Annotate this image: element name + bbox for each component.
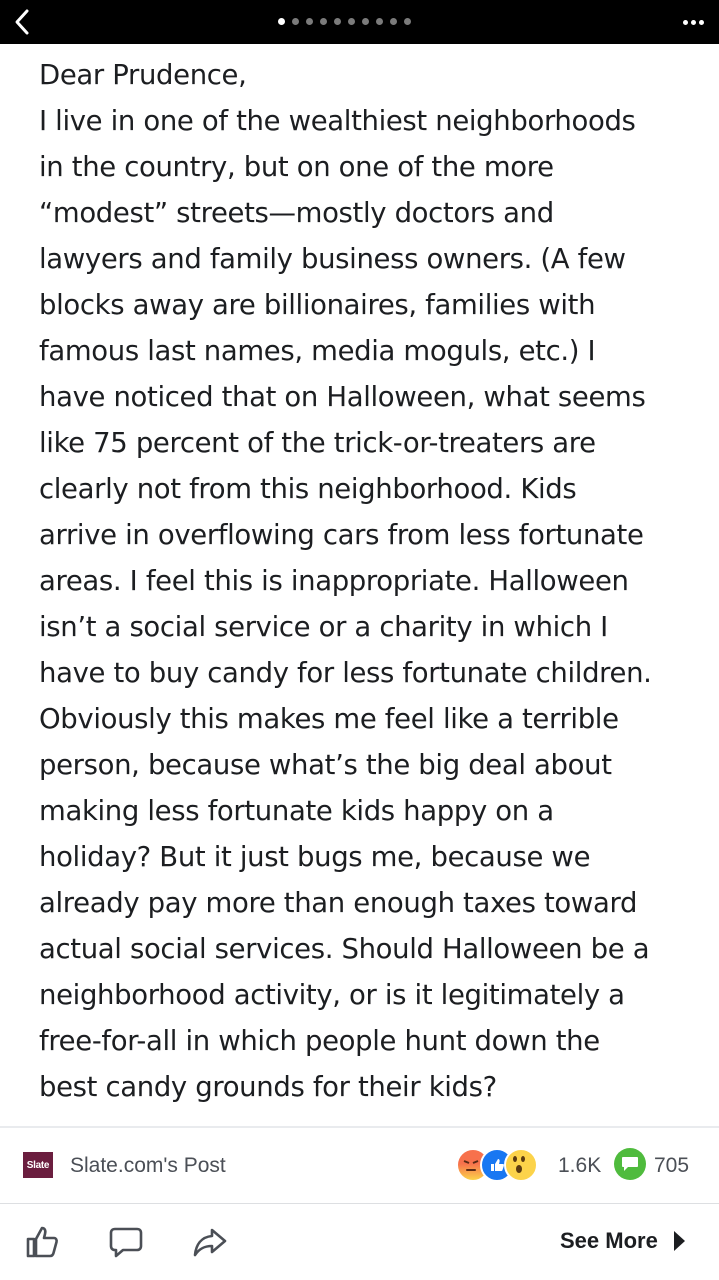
letter-line: making less fortunate kids happy on a xyxy=(39,795,554,827)
ellipsis-dot xyxy=(698,19,704,25)
share-arrow-icon xyxy=(193,1228,227,1257)
letter-line: isn’t a social service or a charity in w… xyxy=(39,611,608,643)
page-dot xyxy=(390,17,397,25)
more-options-button[interactable] xyxy=(675,10,711,34)
divider xyxy=(0,1203,719,1204)
comment-icon xyxy=(109,1227,143,1258)
comment-count-icon[interactable] xyxy=(614,1148,646,1180)
action-bar: See More xyxy=(0,1210,719,1274)
page-dot xyxy=(292,17,299,25)
see-more-label: See More xyxy=(560,1228,658,1253)
chevron-left-icon xyxy=(15,9,29,35)
letter-line: holiday? But it just bugs me, because we xyxy=(39,841,591,873)
letter-line: Obviously this makes me feel like a terr… xyxy=(39,703,619,735)
wow-icon xyxy=(504,1148,538,1182)
letter-line: have noticed that on Halloween, what see… xyxy=(39,381,646,413)
letter-line: have to buy candy for less fortunate chi… xyxy=(39,657,652,689)
letter-line: person, because what’s the big deal abou… xyxy=(39,749,612,781)
letter-line: blocks away are billionaires, families w… xyxy=(39,289,596,321)
page-dot xyxy=(348,17,355,25)
reaction-count[interactable]: 1.6K xyxy=(558,1154,601,1178)
page-indicator xyxy=(278,16,411,26)
page-dot xyxy=(320,17,327,25)
caret-right-icon xyxy=(673,1231,685,1251)
letter-line: best candy grounds for their kids? xyxy=(39,1071,497,1103)
see-more-button[interactable]: See More xyxy=(560,1228,686,1254)
letter-line: actual social services. Should Halloween… xyxy=(39,933,650,965)
letter-line: I live in one of the wealthiest neighbor… xyxy=(39,105,636,137)
share-button[interactable] xyxy=(190,1222,230,1262)
divider xyxy=(0,1126,719,1128)
ellipsis-dot xyxy=(682,19,688,25)
letter-text: Dear Prudence, I live in one of the weal… xyxy=(39,52,689,1110)
letter-line: free-for-all in which people hunt down t… xyxy=(39,1025,600,1057)
letter-line: areas. I feel this is inappropriate. Hal… xyxy=(39,565,629,597)
letter-line: “modest” streets—mostly doctors and xyxy=(39,197,554,229)
comment-count[interactable]: 705 xyxy=(654,1154,689,1178)
letter-line: clearly not from this neighborhood. Kids xyxy=(39,473,577,505)
page-dot xyxy=(376,17,383,25)
like-button[interactable] xyxy=(22,1222,62,1262)
post-attribution-row[interactable]: Slate Slate.com's Post 1.6K 705 xyxy=(0,1140,719,1192)
comment-button[interactable] xyxy=(106,1222,146,1262)
page-dot xyxy=(334,17,341,25)
letter-line: famous last names, media moguls, etc.) I xyxy=(39,335,596,367)
thumbs-up-icon xyxy=(26,1226,58,1258)
letter-line: arrive in overflowing cars from less for… xyxy=(39,519,644,551)
back-button[interactable] xyxy=(4,4,40,40)
letter-line: lawyers and family business owners. (A f… xyxy=(39,243,626,275)
page-dot xyxy=(362,17,369,25)
letter-line: in the country, but on one of the more xyxy=(39,151,554,183)
top-navigation-bar xyxy=(0,0,719,44)
page-dot xyxy=(278,17,285,25)
page-dot xyxy=(404,17,411,25)
letter-salutation: Dear Prudence, xyxy=(39,59,247,91)
letter-line: already pay more than enough taxes towar… xyxy=(39,887,638,919)
slate-logo[interactable]: Slate xyxy=(23,1152,53,1178)
post-source-title[interactable]: Slate.com's Post xyxy=(70,1154,226,1178)
letter-line: neighborhood activity, or is it legitima… xyxy=(39,979,625,1011)
page-dot xyxy=(306,17,313,25)
ellipsis-dot xyxy=(690,19,696,25)
letter-line: like 75 percent of the trick-or-treaters… xyxy=(39,427,596,459)
